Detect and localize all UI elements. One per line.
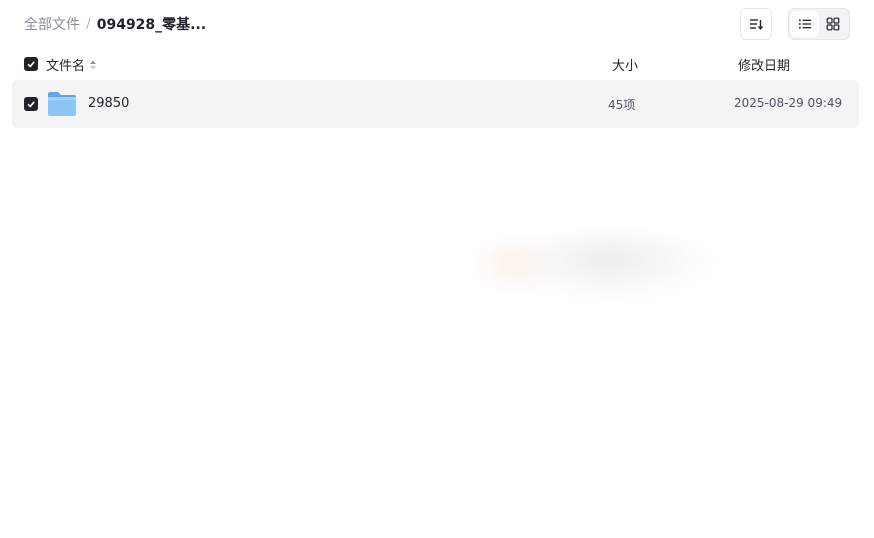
breadcrumb-separator: / — [86, 16, 91, 32]
background-blur-warm — [468, 238, 558, 298]
breadcrumb: 全部文件 / 094928_零基... — [24, 14, 206, 34]
file-name[interactable]: 29850 — [88, 96, 129, 111]
folder-icon — [48, 92, 76, 116]
sort-toggle-icon — [90, 60, 97, 69]
file-size: 45项 — [608, 98, 636, 112]
column-header-modified[interactable]: 修改日期 — [738, 55, 790, 74]
grid-view-icon — [826, 17, 840, 31]
column-header-name[interactable]: 文件名 — [46, 55, 97, 74]
row-checkbox[interactable] — [24, 97, 38, 111]
table-row[interactable]: 29850 45项 2025-08-29 09:49 — [12, 80, 859, 128]
select-all-checkbox[interactable] — [24, 57, 38, 71]
sort-button[interactable] — [740, 8, 772, 40]
list-view-icon — [799, 19, 811, 29]
column-header-size[interactable]: 大小 — [612, 55, 638, 74]
list-view-button[interactable] — [791, 11, 819, 37]
breadcrumb-current-folder: 094928_零基... — [96, 17, 207, 33]
sort-icon — [750, 19, 764, 30]
check-icon — [27, 61, 35, 68]
column-header-name-label: 文件名 — [46, 59, 86, 74]
file-modified-date: 2025-08-29 09:49 — [734, 96, 843, 110]
breadcrumb-root-link[interactable]: 全部文件 — [24, 14, 80, 34]
view-mode-toggle — [788, 8, 850, 40]
grid-view-button[interactable] — [819, 11, 847, 37]
check-icon — [27, 101, 35, 108]
table-header: 文件名 大小 修改日期 — [0, 52, 874, 76]
file-browser: 全部文件 / 094928_零基... 文件名 大小 修改日期 29850 45… — [0, 0, 874, 538]
